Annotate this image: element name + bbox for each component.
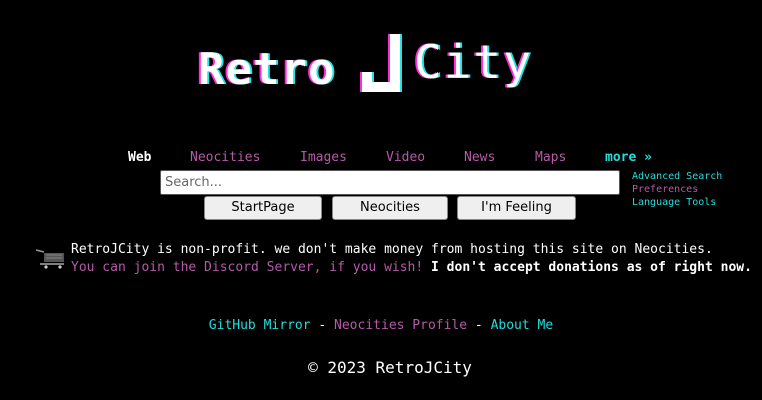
neocities-profile-link[interactable]: Neocities Profile xyxy=(334,318,467,333)
logo-retro-text: Retro xyxy=(198,44,336,95)
startpage-search-button[interactable]: StartPage Search xyxy=(204,196,322,237)
tab-news[interactable]: News xyxy=(464,149,495,167)
feeling-lucky-button[interactable]: I'm Feeling Lucky xyxy=(457,196,576,237)
language-tools-link[interactable]: Language Tools xyxy=(632,196,722,209)
github-mirror-link[interactable]: GitHub Mirror xyxy=(209,318,311,333)
tab-more[interactable]: more » xyxy=(605,149,652,167)
tab-video[interactable]: Video xyxy=(386,149,425,167)
neocities-search-button[interactable]: Neocities Search xyxy=(332,196,448,237)
advanced-search-link[interactable]: Advanced Search xyxy=(632,170,722,183)
tab-neocities[interactable]: Neocities xyxy=(190,149,260,167)
preferences-link[interactable]: Preferences xyxy=(632,183,722,196)
discord-link[interactable]: You can join the Discord Server, if you … xyxy=(71,260,423,275)
non-profit-notice: RetroJCity is non-profit. we don't make … xyxy=(71,242,713,257)
shopping-cart-icon xyxy=(35,249,64,269)
tab-maps[interactable]: Maps xyxy=(535,149,566,167)
site-logo[interactable]: Retro City xyxy=(196,30,566,96)
tab-images[interactable]: Images xyxy=(300,149,347,167)
logo-j-glyph-icon xyxy=(360,34,402,92)
copyright-text: © 2023 RetroJCity xyxy=(308,358,472,377)
search-input[interactable] xyxy=(160,170,620,195)
search-nav: Web Neocities Images Video News Maps mor… xyxy=(0,149,762,167)
tab-web[interactable]: Web xyxy=(128,149,151,167)
logo-city-text: City xyxy=(414,35,533,89)
footer-separator: - xyxy=(474,318,483,333)
donations-text: I don't accept donations as of right now… xyxy=(431,260,752,275)
footer-links: GitHub Mirror - Neocities Profile - Abou… xyxy=(0,318,762,334)
page: Retro City Web Neocities Images Video Ne… xyxy=(0,0,762,400)
donation-notice: You can join the Discord Server, if you … xyxy=(71,260,752,276)
footer-separator: - xyxy=(318,318,327,333)
side-links: Advanced Search Preferences Language Too… xyxy=(632,170,722,209)
about-me-link[interactable]: About Me xyxy=(491,318,554,333)
